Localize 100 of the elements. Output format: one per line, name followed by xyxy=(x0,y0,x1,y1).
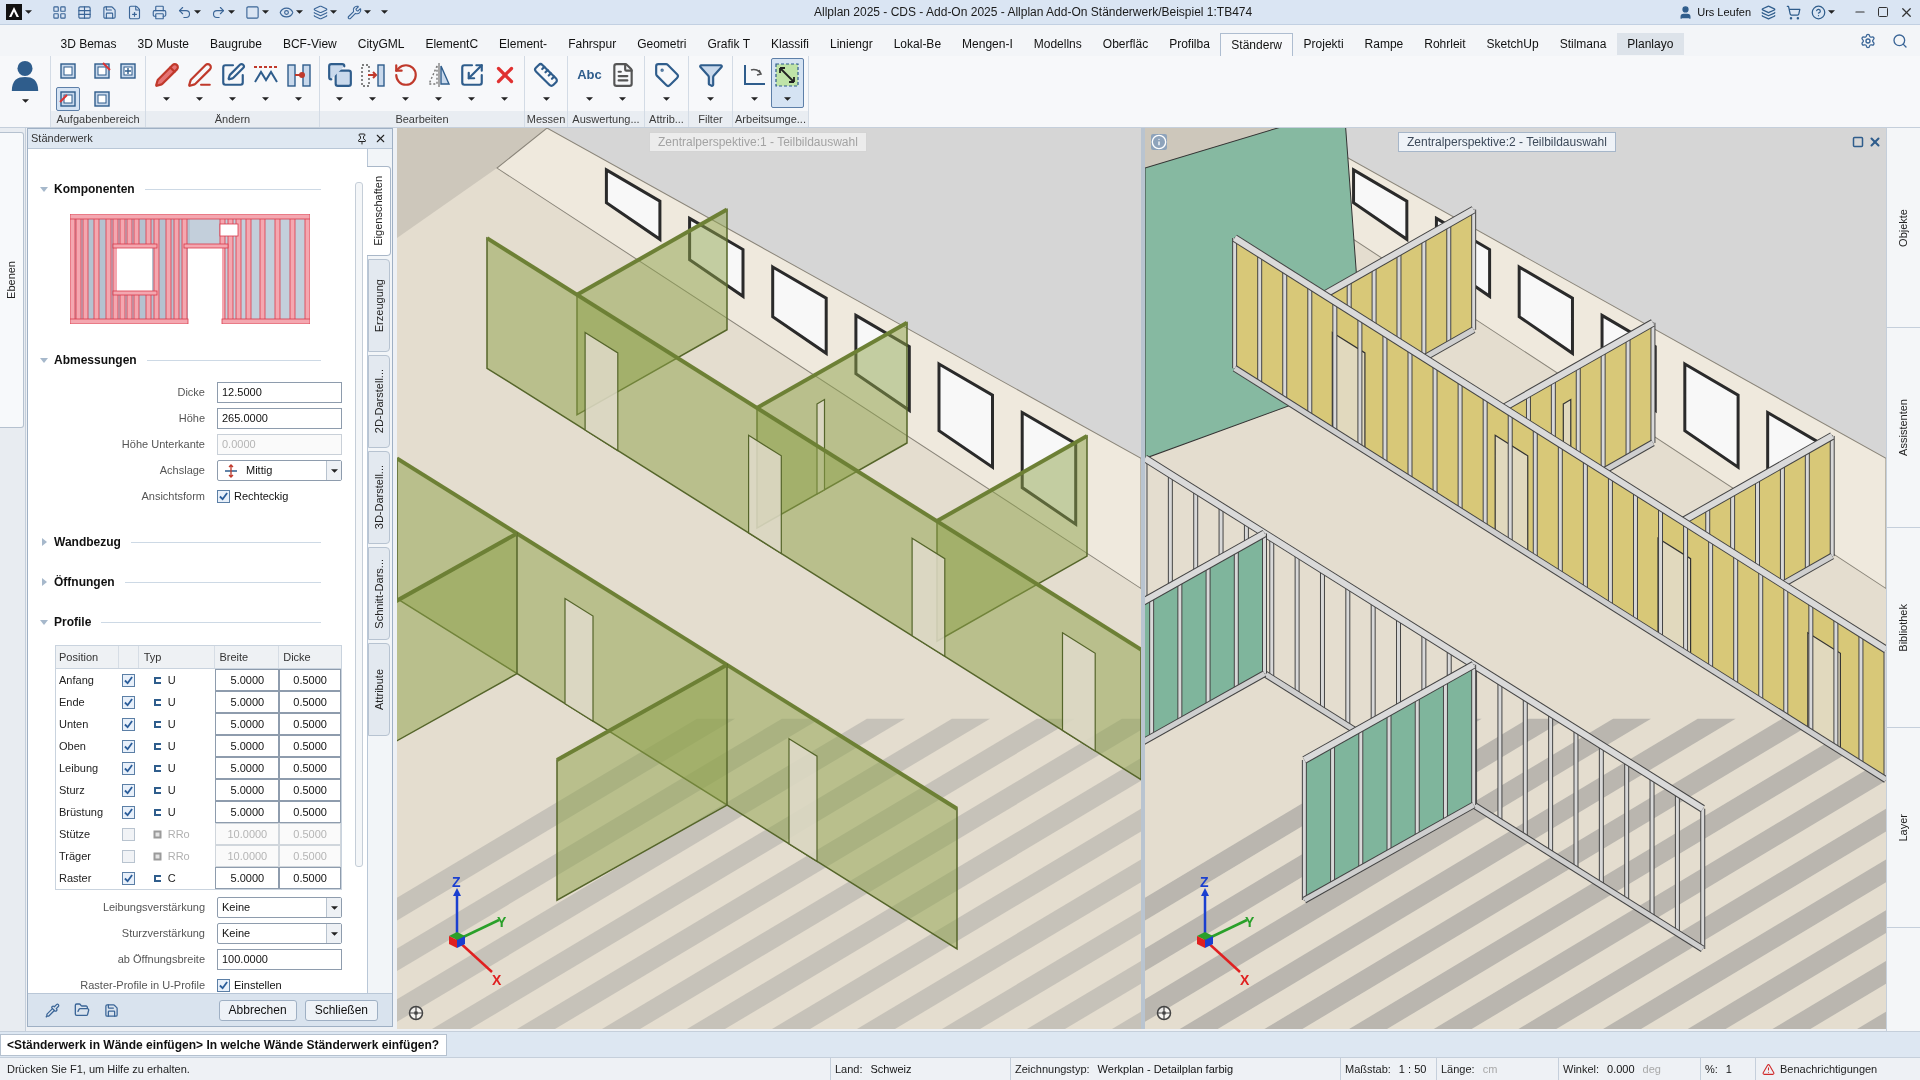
table-input[interactable]: 5.0000 xyxy=(215,735,280,757)
user-icon[interactable] xyxy=(1678,4,1694,20)
table-input[interactable]: 0.5000 xyxy=(279,713,341,735)
wrench-icon[interactable] xyxy=(347,4,362,20)
menu-tab[interactable]: SketchUp xyxy=(1476,33,1550,55)
maximize-icon[interactable] xyxy=(1877,6,1889,18)
help-icon[interactable] xyxy=(1811,4,1826,20)
menu-tab[interactable]: Oberfläc xyxy=(1092,33,1159,55)
table-input[interactable]: 0.5000 xyxy=(279,757,341,779)
menu-tab[interactable]: Klassifi xyxy=(760,33,820,55)
ribbon-tool-button[interactable] xyxy=(770,58,804,108)
menu-tab[interactable]: Ständerw xyxy=(1220,33,1294,57)
side-tab[interactable]: Schnitt-Dars... xyxy=(368,547,390,640)
dropdown[interactable]: Mittig xyxy=(217,460,342,481)
grid-icon[interactable] xyxy=(52,4,67,20)
scrollbar-thumb[interactable] xyxy=(355,182,363,867)
dropdown[interactable]: Keine xyxy=(217,923,342,944)
dropdown[interactable]: Keine xyxy=(217,897,342,918)
frame-icon[interactable] xyxy=(245,4,260,20)
viewport-title[interactable]: Zentralperspektive:2 - Teilbildauswahl xyxy=(1398,132,1616,152)
table-input[interactable]: 5.0000 xyxy=(215,691,280,713)
checkbox[interactable] xyxy=(122,717,136,731)
printer-icon[interactable] xyxy=(152,4,167,20)
menu-tab[interactable]: ElementC xyxy=(414,33,489,55)
warning-icon[interactable] xyxy=(1762,1062,1775,1076)
menu-tab[interactable]: Planlayo xyxy=(1616,33,1684,55)
layers-icon[interactable] xyxy=(313,4,328,20)
checkbox[interactable] xyxy=(217,978,230,992)
checkbox[interactable] xyxy=(122,739,136,753)
table-input[interactable]: 5.0000 xyxy=(215,801,280,823)
value-field[interactable]: 100.0000 xyxy=(217,949,342,970)
logo-icon[interactable] xyxy=(6,4,22,20)
menu-tab[interactable]: Rampe xyxy=(1354,33,1414,55)
table-icon[interactable] xyxy=(77,4,92,20)
user-name[interactable]: Urs Leufen xyxy=(1697,3,1751,21)
menu-tab[interactable]: Rohrleit xyxy=(1413,33,1477,55)
ribbon-tool-button[interactable]: Abc xyxy=(573,58,606,108)
close-icon[interactable] xyxy=(374,132,387,145)
checkbox[interactable] xyxy=(122,827,136,841)
section-title[interactable]: Öffnungen xyxy=(54,573,115,591)
notifications-button[interactable]: Benachrichtigungen xyxy=(1780,1060,1878,1078)
menu-tab[interactable]: Liniengr xyxy=(819,33,884,55)
menu-tab[interactable]: BCF-View xyxy=(272,33,348,55)
side-tab[interactable]: Erzeugung xyxy=(368,259,390,352)
menu-tab[interactable]: 3D Muste xyxy=(127,33,200,55)
section-title[interactable]: Wandbezug xyxy=(54,533,121,551)
dock-tab[interactable]: Bibliothek xyxy=(1887,528,1920,728)
value-field[interactable]: 265.0000 xyxy=(217,408,342,429)
settings-icon[interactable] xyxy=(1860,32,1876,49)
checkbox[interactable] xyxy=(122,761,136,775)
table-input[interactable]: 5.0000 xyxy=(215,867,280,889)
menu-tab[interactable]: Projekti xyxy=(1293,33,1355,55)
side-tab[interactable]: Attribute xyxy=(368,643,390,736)
section-title[interactable]: Profile xyxy=(54,613,92,631)
save-icon[interactable] xyxy=(102,4,117,20)
column-header[interactable]: Dicke xyxy=(279,646,341,668)
eye-icon[interactable] xyxy=(279,4,294,20)
checkbox[interactable] xyxy=(122,673,136,687)
table-input[interactable]: 0.5000 xyxy=(279,691,341,713)
menu-tab[interactable]: Mengen-I xyxy=(951,33,1024,55)
maximize-icon[interactable] xyxy=(1852,136,1864,148)
dock-tab[interactable]: Ebenen xyxy=(0,132,24,428)
column-header[interactable]: Typ xyxy=(138,646,216,668)
checkbox[interactable] xyxy=(122,805,136,819)
value-field[interactable]: 12.5000 xyxy=(217,382,342,403)
navigation-wheel-icon[interactable] xyxy=(1156,1005,1172,1021)
checkbox-label[interactable]: Rechteckig xyxy=(234,487,289,505)
table-input[interactable]: 5.0000 xyxy=(215,669,280,691)
table-input[interactable]: 0.5000 xyxy=(279,801,341,823)
redo-icon[interactable] xyxy=(211,4,226,20)
undo-icon[interactable] xyxy=(177,4,192,20)
section-title[interactable]: Komponenten xyxy=(54,180,135,198)
menu-tab[interactable]: Stilmana xyxy=(1549,33,1617,55)
search-icon[interactable] xyxy=(1892,32,1908,49)
column-header[interactable]: Position xyxy=(56,646,119,668)
pipette-icon[interactable] xyxy=(45,1002,60,1018)
checkbox[interactable] xyxy=(122,871,136,885)
menu-tab[interactable]: Profilba xyxy=(1158,33,1221,55)
checkbox[interactable] xyxy=(217,489,230,503)
dock-tab[interactable]: Layer xyxy=(1887,728,1920,928)
table-input[interactable]: 0.5000 xyxy=(279,779,341,801)
stack-icon[interactable] xyxy=(1761,4,1776,20)
menu-tab[interactable]: Grafik T xyxy=(697,33,761,55)
table-input[interactable]: 5.0000 xyxy=(215,757,280,779)
checkbox[interactable] xyxy=(122,783,136,797)
menu-tab[interactable]: Lokal-Be xyxy=(883,33,952,55)
dock-tab[interactable]: Objekte xyxy=(1887,128,1920,328)
new-file-icon[interactable] xyxy=(127,4,142,20)
folder-icon[interactable] xyxy=(74,1002,90,1018)
menu-tab[interactable]: Baugrube xyxy=(199,33,273,55)
cart-icon[interactable] xyxy=(1786,4,1801,20)
checkbox-label[interactable]: Einstellen xyxy=(234,976,282,994)
navigation-wheel-icon[interactable] xyxy=(408,1005,424,1021)
side-tab[interactable]: 2D-Darstell... xyxy=(368,355,390,448)
table-input[interactable]: 0.5000 xyxy=(279,735,341,757)
menu-tab[interactable]: Element- xyxy=(488,33,558,55)
menu-tab[interactable]: CityGML xyxy=(347,33,415,55)
table-input[interactable]: 5.0000 xyxy=(215,713,280,735)
info-icon[interactable] xyxy=(1151,134,1167,150)
side-tab[interactable]: Eigenschaften xyxy=(367,166,391,256)
